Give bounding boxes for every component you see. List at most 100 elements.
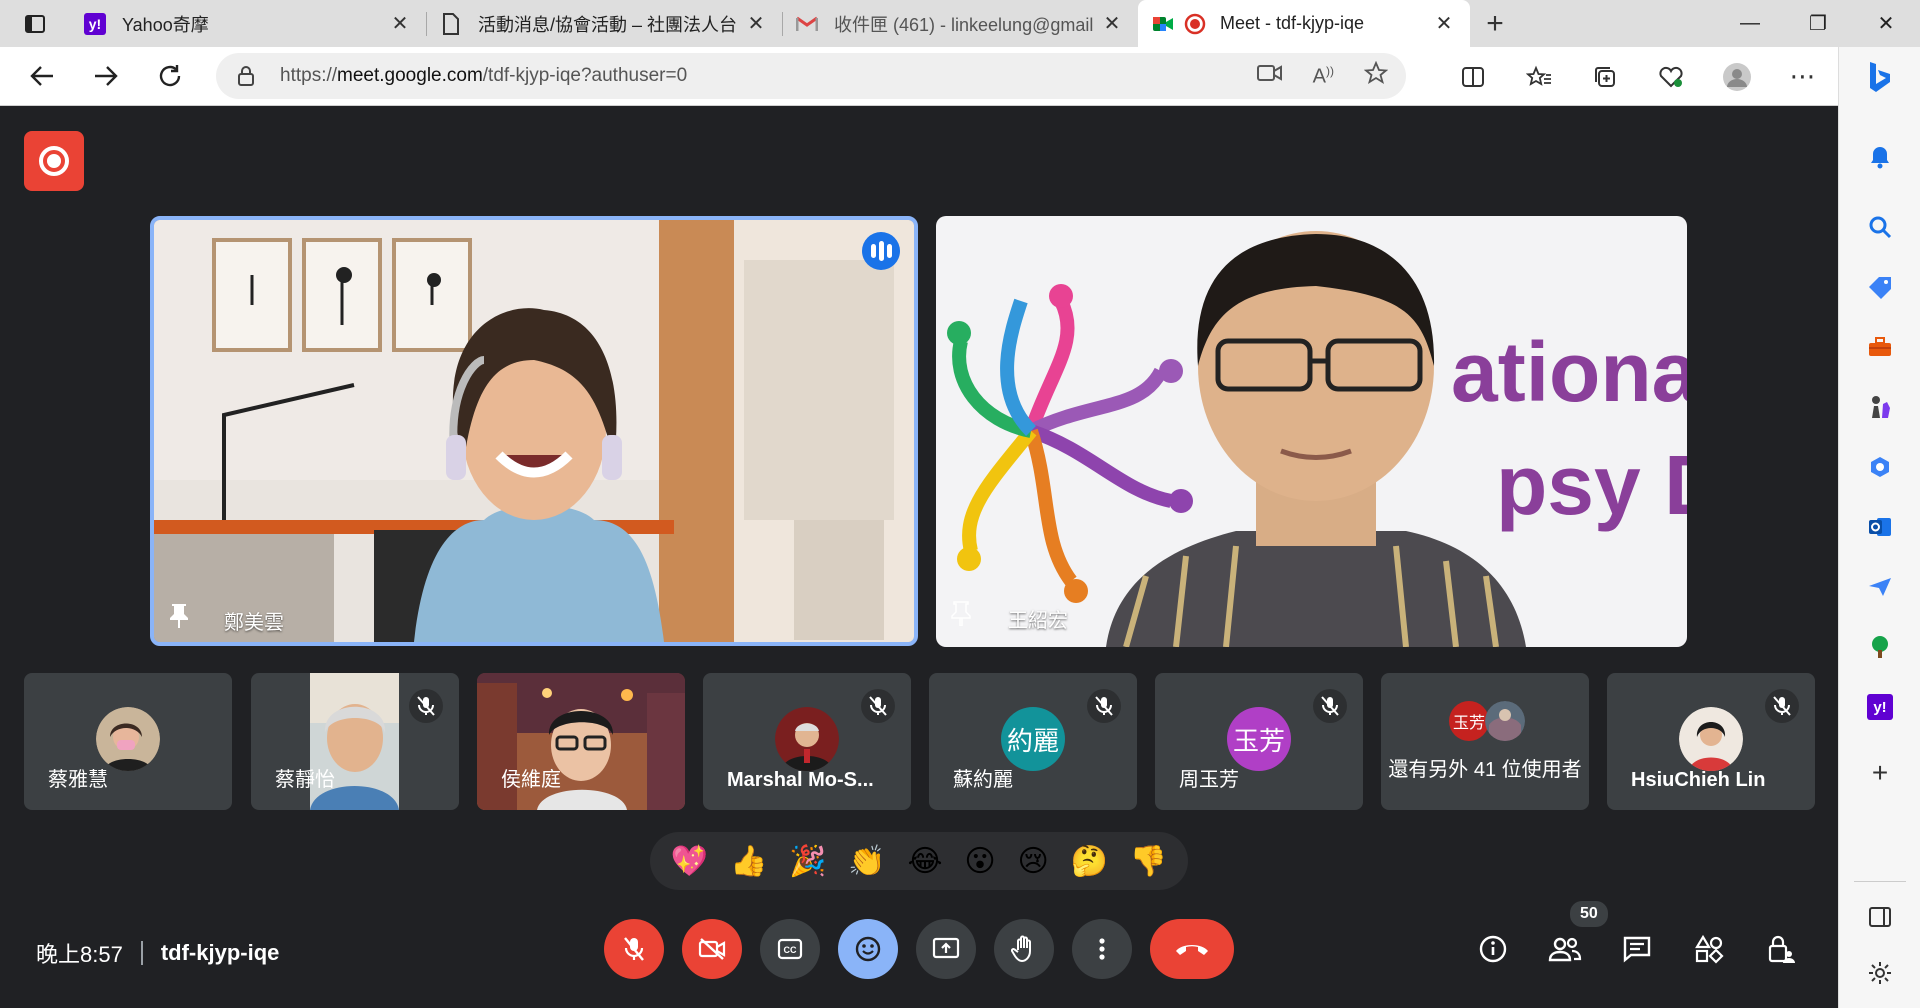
participant-name: HsiuChieh Lin	[1631, 769, 1766, 791]
tools-button[interactable]	[1839, 317, 1920, 377]
back-button[interactable]	[10, 47, 74, 106]
participant-name: 侯維庭	[501, 769, 561, 791]
pin-icon[interactable]	[950, 600, 972, 626]
avatar	[775, 707, 839, 771]
sidebar-settings-button[interactable]	[1839, 943, 1920, 1003]
more-options-button[interactable]	[1072, 919, 1132, 979]
phone-hangup-icon	[1176, 945, 1208, 955]
outlook-button[interactable]	[1839, 497, 1920, 557]
read-aloud-icon[interactable]: A))	[1313, 64, 1334, 89]
restore-button[interactable]: ❐	[1784, 0, 1852, 47]
meeting-time: 晚上8:57	[36, 942, 123, 967]
meeting-details-button[interactable]	[1468, 919, 1518, 979]
favorites-button[interactable]	[1506, 47, 1572, 106]
microphone-toggle-button[interactable]	[604, 919, 664, 979]
sidebar-panel-icon	[1869, 907, 1891, 927]
present-screen-button[interactable]	[916, 919, 976, 979]
outlook-icon	[1869, 518, 1891, 536]
reaction-sparkling-heart[interactable]: 💖	[671, 844, 708, 879]
participant-tile[interactable]: 約麗 蘇約麗	[929, 673, 1137, 810]
tab-actions-button[interactable]	[0, 0, 70, 47]
closed-captions-icon: CC	[777, 938, 803, 960]
tab-meet[interactable]: Meet - tdf-kjyp-iqe ✕	[1138, 0, 1470, 47]
new-tab-button[interactable]: +	[1470, 0, 1520, 47]
reaction-thumbs-down[interactable]: 👎	[1130, 844, 1167, 879]
participant-tile[interactable]: HsiuChieh Lin	[1607, 673, 1815, 810]
chat-button[interactable]	[1612, 919, 1662, 979]
tab-yahoo[interactable]: y! Yahoo奇摩 ✕	[70, 0, 426, 47]
close-icon[interactable]: ✕	[388, 12, 412, 36]
participant-tile[interactable]: 蔡靜怡	[251, 673, 459, 810]
host-controls-button[interactable]	[1756, 919, 1806, 979]
divider	[1854, 881, 1906, 882]
notifications-button[interactable]	[1839, 127, 1920, 187]
record-icon	[39, 146, 69, 176]
participant-tile[interactable]: 玉芳 周玉芳	[1155, 673, 1363, 810]
participant-name: Marshal Mo-S...	[727, 769, 874, 791]
lock-person-icon	[1768, 935, 1795, 963]
reload-button[interactable]	[138, 47, 202, 106]
window-controls: — ❐ ✕	[1716, 0, 1920, 47]
leave-call-button[interactable]	[1150, 919, 1234, 979]
copilot-button[interactable]	[1839, 47, 1920, 107]
close-icon[interactable]: ✕	[744, 12, 768, 36]
reaction-party-popper[interactable]: 🎉	[789, 844, 826, 879]
reaction-crying[interactable]: 😢	[1017, 844, 1048, 879]
forward-button[interactable]	[74, 47, 138, 106]
drop-button[interactable]	[1839, 557, 1920, 617]
reaction-surprised[interactable]: 😮	[964, 844, 995, 879]
send-reaction-button[interactable]	[838, 919, 898, 979]
present-icon	[932, 937, 960, 959]
more-participants-tile[interactable]: 玉芳 還有另外 41 位使用者	[1381, 673, 1589, 810]
participant-tile[interactable]: Marshal Mo-S...	[703, 673, 911, 810]
camera-toggle-button[interactable]	[682, 919, 742, 979]
tree-button[interactable]	[1839, 617, 1920, 677]
participant-tile[interactable]: 蔡雅慧	[24, 673, 232, 810]
lock-icon[interactable]	[234, 65, 258, 87]
microsoft-365-button[interactable]	[1839, 437, 1920, 497]
hide-sidebar-button[interactable]	[1839, 887, 1920, 947]
participant-name: 蔡雅慧	[48, 769, 108, 791]
activities-button[interactable]	[1684, 919, 1734, 979]
tab-gmail[interactable]: 收件匣 (461) - linkeelung@gmail ✕	[782, 0, 1138, 47]
raise-hand-button[interactable]	[994, 919, 1054, 979]
star-icon[interactable]	[1363, 60, 1389, 91]
participant-name: 還有另外 41 位使用者	[1388, 759, 1582, 781]
address-bar[interactable]: https://meet.google.com/tdf-kjyp-iqe?aut…	[216, 53, 1406, 99]
participant-video: ational psy Da	[936, 216, 1687, 647]
participant-tile[interactable]: 侯維庭	[477, 673, 685, 810]
recording-indicator-button[interactable]	[24, 131, 84, 191]
close-icon[interactable]: ✕	[1100, 12, 1124, 36]
captions-button[interactable]: CC	[760, 919, 820, 979]
close-icon[interactable]: ✕	[1432, 12, 1456, 36]
muted-icon	[1087, 689, 1121, 723]
settings-more-button[interactable]: ⋯	[1770, 47, 1836, 106]
window-close-button[interactable]: ✕	[1852, 0, 1920, 47]
browser-essentials-button[interactable]	[1638, 47, 1704, 106]
reaction-laughing[interactable]: 😂	[908, 844, 943, 879]
reaction-thinking[interactable]: 🤔	[1071, 844, 1108, 879]
shopping-button[interactable]	[1839, 257, 1920, 317]
divider	[140, 941, 143, 965]
gmail-icon	[796, 13, 818, 35]
avatar: 玉芳	[1227, 707, 1291, 771]
search-button[interactable]	[1839, 197, 1920, 257]
tab-activity[interactable]: 活動消息/協會活動 – 社團法人台 ✕	[426, 0, 782, 47]
video-tile-main-2[interactable]: ational psy Da 王紹宏	[936, 216, 1687, 647]
reaction-clapping[interactable]: 👏	[848, 844, 885, 879]
meet-icon	[1152, 13, 1174, 35]
split-screen-button[interactable]	[1440, 47, 1506, 106]
minimize-button[interactable]: —	[1716, 0, 1784, 47]
yahoo-button[interactable]: y!	[1839, 677, 1920, 737]
collections-button[interactable]	[1572, 47, 1638, 106]
add-sidebar-app-button[interactable]: +	[1839, 743, 1920, 803]
people-button[interactable]	[1540, 919, 1590, 979]
address-toolbar: https://meet.google.com/tdf-kjyp-iqe?aut…	[0, 47, 1920, 106]
hand-icon	[1011, 935, 1031, 963]
camera-in-use-icon[interactable]	[1256, 63, 1283, 89]
profile-button[interactable]	[1704, 47, 1770, 106]
video-tile-main-1[interactable]: 鄭美雲	[150, 216, 918, 646]
reaction-thumbs-up[interactable]: 👍	[730, 844, 767, 879]
pin-icon[interactable]	[168, 602, 190, 628]
games-button[interactable]	[1839, 377, 1920, 437]
